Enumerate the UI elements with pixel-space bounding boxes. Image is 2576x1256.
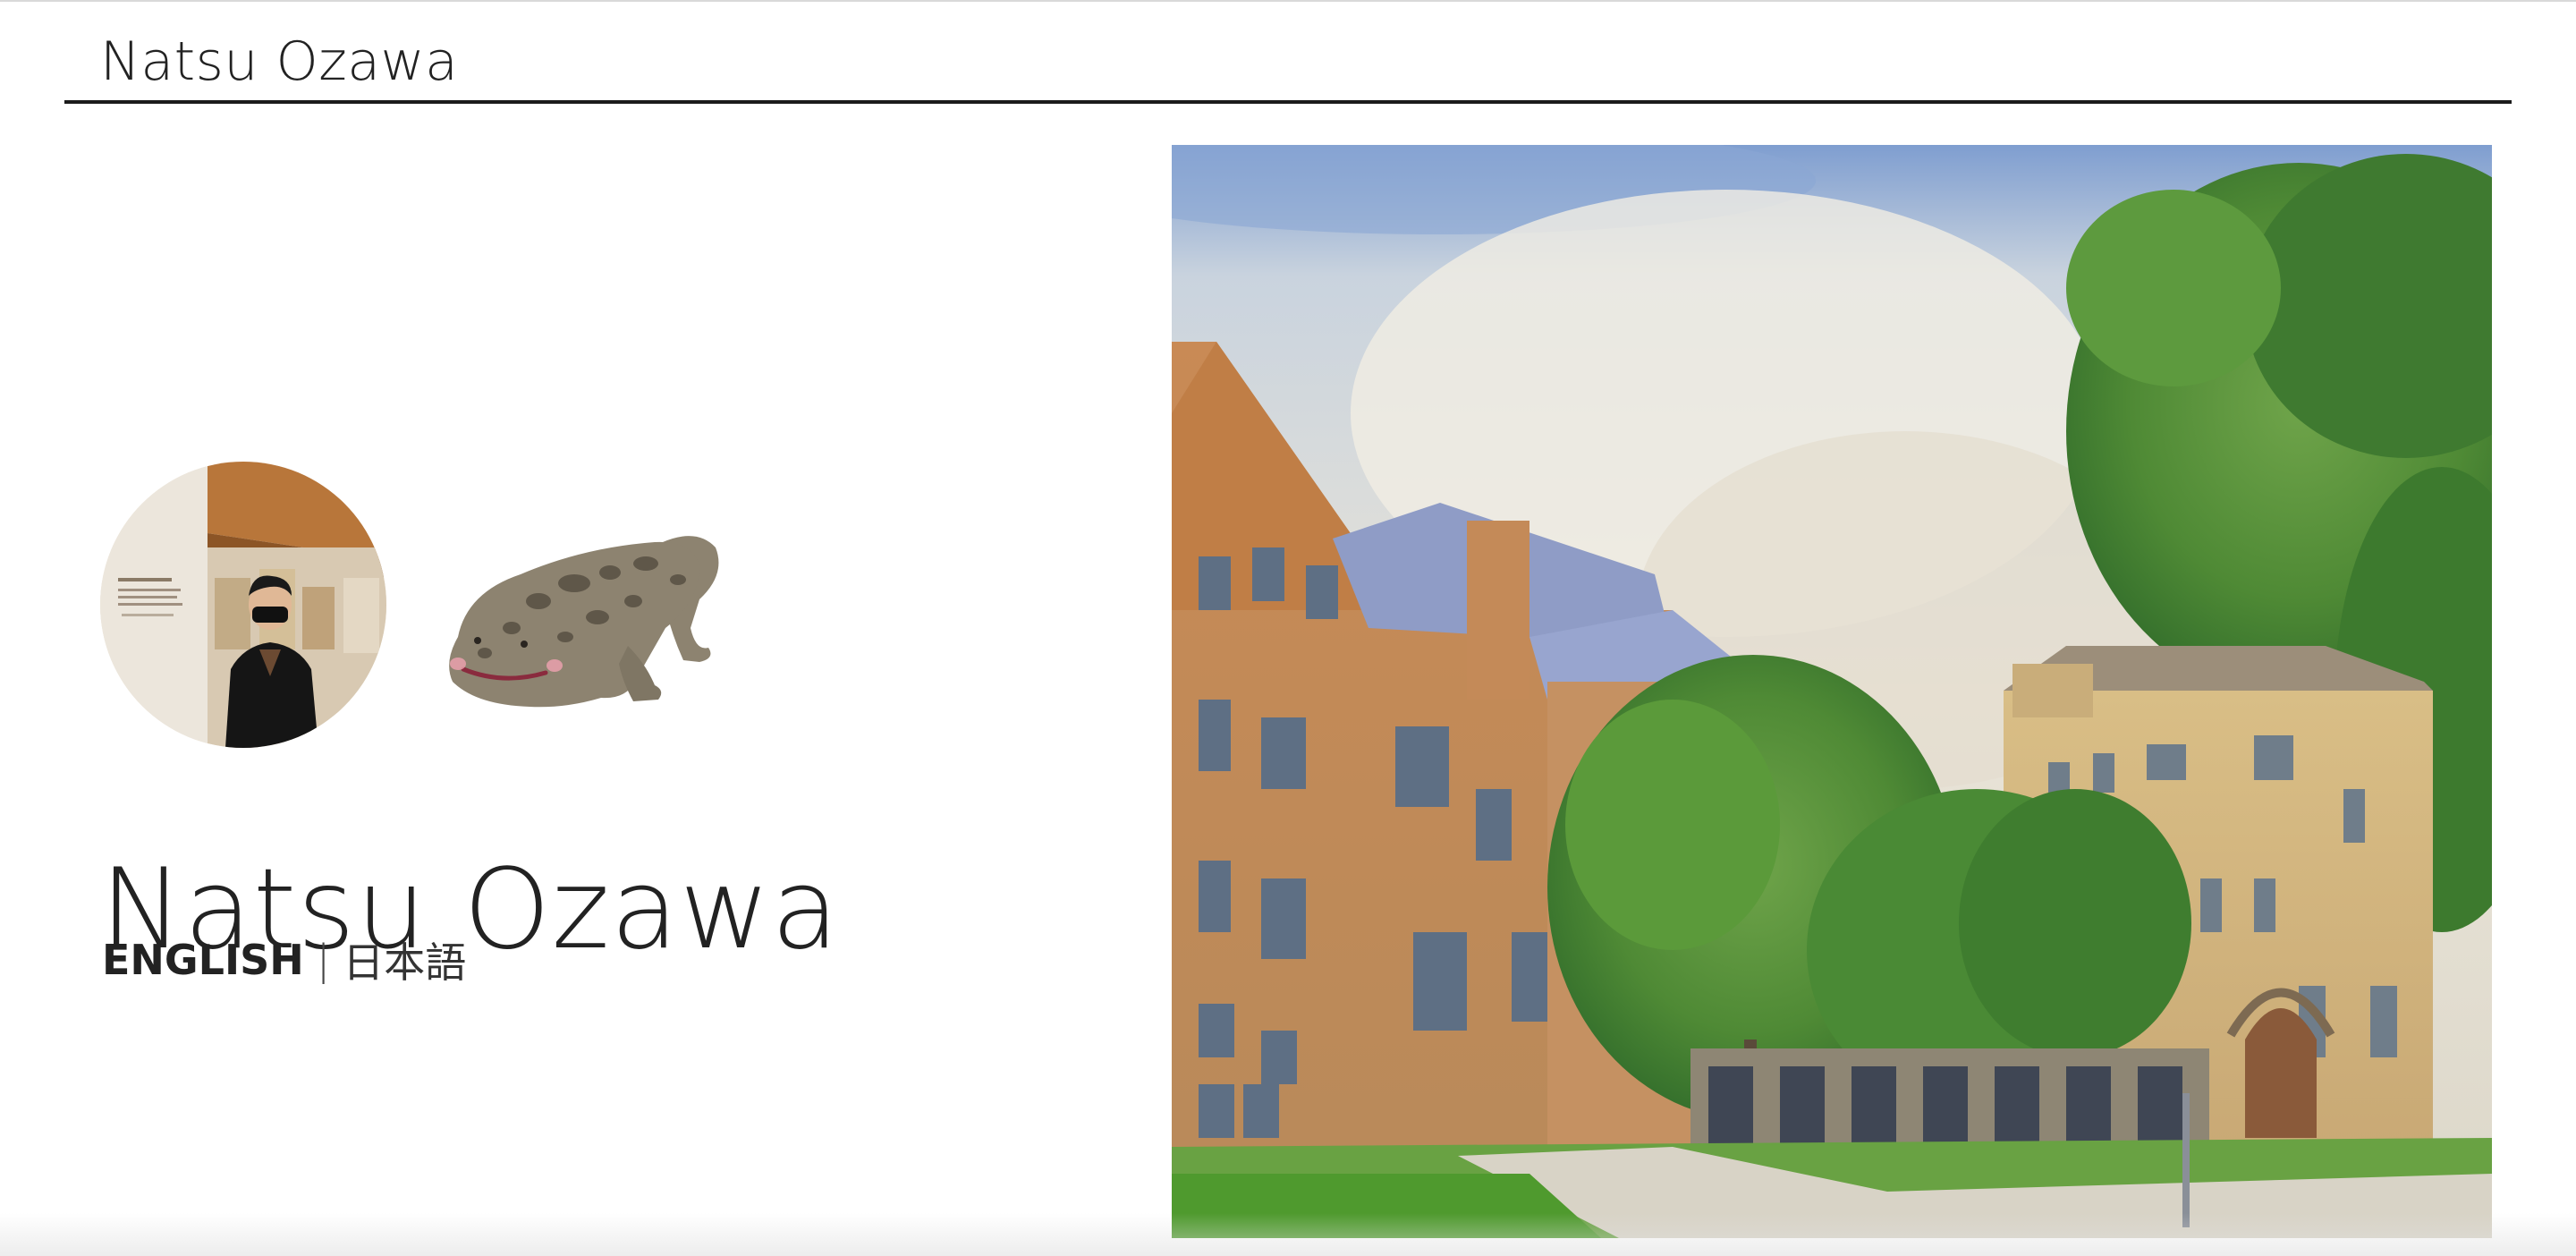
profile-images [100,462,744,757]
avatar [100,462,386,748]
page: Natsu Ozawa Natsu Ozawa ENGLISH | 日本語 [0,0,2576,1256]
profile-photo-icon [100,462,386,748]
top-border [0,0,2576,2]
language-japanese-link[interactable]: 日本語 [343,930,466,989]
mascot [431,494,735,726]
campus-painting-icon [1172,145,2492,1238]
site-header: Natsu Ozawa [64,18,2512,104]
header-divider [64,100,2512,104]
site-title-link[interactable]: Natsu Ozawa [100,30,458,93]
language-switcher: ENGLISH | 日本語 [102,930,466,989]
campus-painting [1172,145,2492,1238]
language-english-link[interactable]: ENGLISH [102,936,304,984]
giant-salamander-icon [449,536,719,708]
language-separator: | [316,936,331,984]
